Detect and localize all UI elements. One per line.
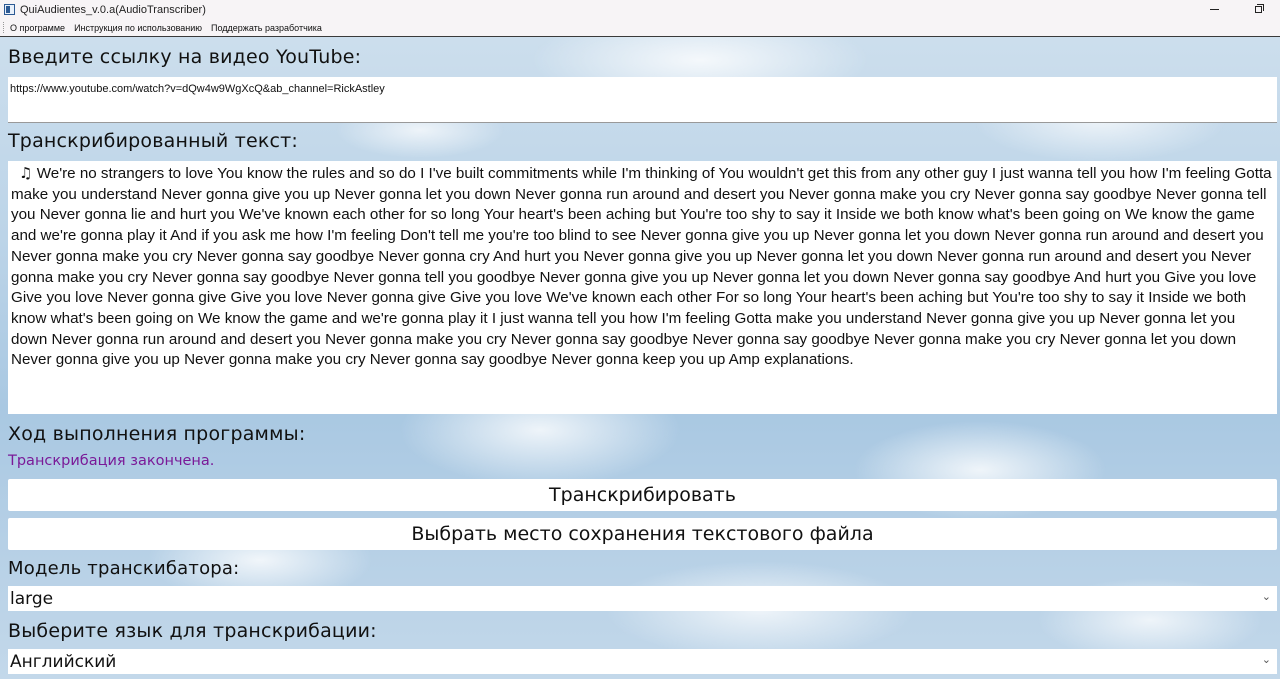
- maximize-icon: [1254, 4, 1264, 13]
- transcript-textarea[interactable]: ♫ We're no strangers to love You know th…: [8, 161, 1277, 414]
- chevron-down-icon: ⌄: [1261, 590, 1271, 603]
- model-selected-value: large: [10, 588, 54, 609]
- transcript-text: We're no strangers to love You know the …: [11, 165, 1272, 369]
- window-title: QuiAudientes_v.0.a(AudioTranscriber): [20, 3, 206, 16]
- language-select[interactable]: Английский ⌄: [8, 649, 1277, 674]
- menu-bar: О программе Инструкция по использованию …: [0, 19, 1280, 37]
- transcript-label: Транскрибированный текст:: [8, 130, 299, 152]
- menu-item-about[interactable]: О программе: [10, 23, 65, 33]
- transcribe-button[interactable]: Транскрибировать: [8, 479, 1277, 511]
- model-label: Модель транскибатора:: [8, 558, 240, 579]
- app-icon: [4, 4, 15, 15]
- url-label: Введите ссылку на видео YouTube:: [8, 46, 362, 68]
- progress-label: Ход выполнения программы:: [8, 423, 306, 445]
- language-selected-value: Английский: [10, 651, 117, 672]
- minimize-button[interactable]: [1192, 0, 1236, 19]
- minimize-icon: [1209, 9, 1219, 10]
- menu-item-instructions[interactable]: Инструкция по использованию: [74, 23, 202, 33]
- title-bar: QuiAudientes_v.0.a(AudioTranscriber): [0, 0, 1280, 19]
- maximize-button[interactable]: [1236, 0, 1280, 19]
- menu-grip-icon: [3, 22, 6, 33]
- menu-item-support[interactable]: Поддержать разработчика: [211, 23, 322, 33]
- model-select[interactable]: large ⌄: [8, 586, 1277, 611]
- youtube-url-input[interactable]: [8, 79, 1280, 99]
- music-note-icon: ♫: [19, 164, 33, 182]
- url-field-container: [8, 77, 1280, 123]
- window-controls: [1192, 0, 1280, 19]
- choose-save-location-button[interactable]: Выбрать место сохранения текстового файл…: [8, 518, 1277, 550]
- language-label: Выберите язык для транскрибации:: [8, 620, 377, 642]
- chevron-down-icon: ⌄: [1261, 653, 1271, 666]
- status-text: Транскрибация закончена.: [8, 453, 215, 469]
